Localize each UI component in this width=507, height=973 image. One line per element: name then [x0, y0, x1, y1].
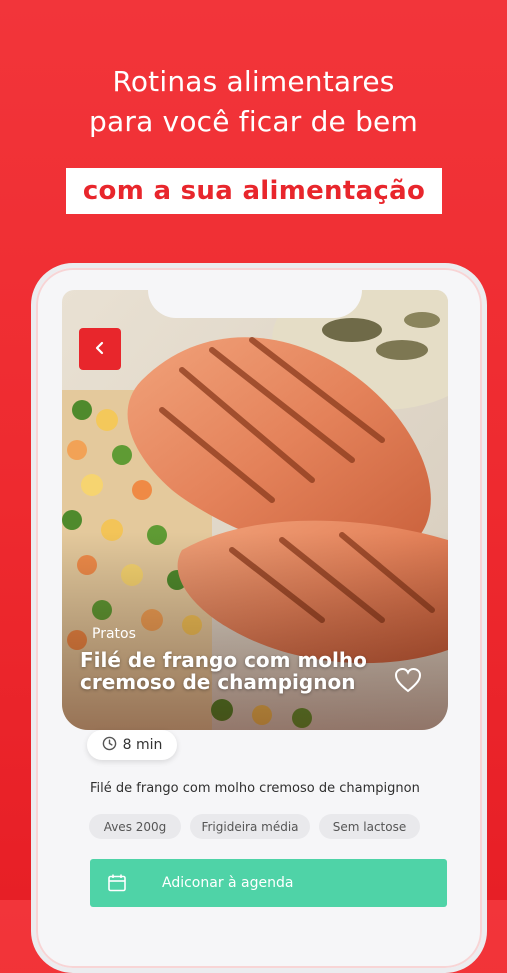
add-to-agenda-label: Adiconar à agenda: [162, 875, 294, 891]
heart-icon: [394, 667, 422, 697]
app-screen: Pratos Filé de frango com molho cremoso …: [52, 278, 448, 968]
back-button[interactable]: [79, 328, 121, 370]
recipe-category: Pratos: [92, 626, 136, 642]
tag-item: Frigideira média: [190, 814, 310, 839]
recipe-tags: Aves 200g Frigideira média Sem lactose: [89, 814, 420, 839]
recipe-description: Filé de frango com molho cremoso de cham…: [90, 781, 420, 796]
headline-line-1: Rotinas alimentares: [112, 65, 395, 98]
prep-time-text: 8 min: [122, 737, 163, 753]
favorite-button[interactable]: [394, 667, 422, 697]
recipe-title-line-2: cremoso de champignon: [80, 670, 356, 694]
tag-item: Sem lactose: [319, 814, 420, 839]
clock-icon: [102, 736, 117, 755]
chevron-left-icon: [93, 340, 107, 359]
calendar-icon: [107, 873, 127, 893]
recipe-title-line-1: Filé de frango com molho: [80, 648, 367, 672]
tag-item: Aves 200g: [89, 814, 181, 839]
headline-line-2: para você ficar de bem: [89, 105, 418, 138]
recipe-title: Filé de frango com molho cremoso de cham…: [80, 649, 380, 693]
headline-highlight-box: com a sua alimentação: [66, 168, 442, 214]
headline: Rotinas alimentares para você ficar de b…: [0, 62, 507, 142]
prep-time-badge: 8 min: [87, 730, 177, 760]
headline-highlight-text: com a sua alimentação: [82, 176, 426, 206]
phone-notch: [148, 278, 362, 318]
phone-mockup: Pratos Filé de frango com molho cremoso …: [31, 263, 487, 973]
